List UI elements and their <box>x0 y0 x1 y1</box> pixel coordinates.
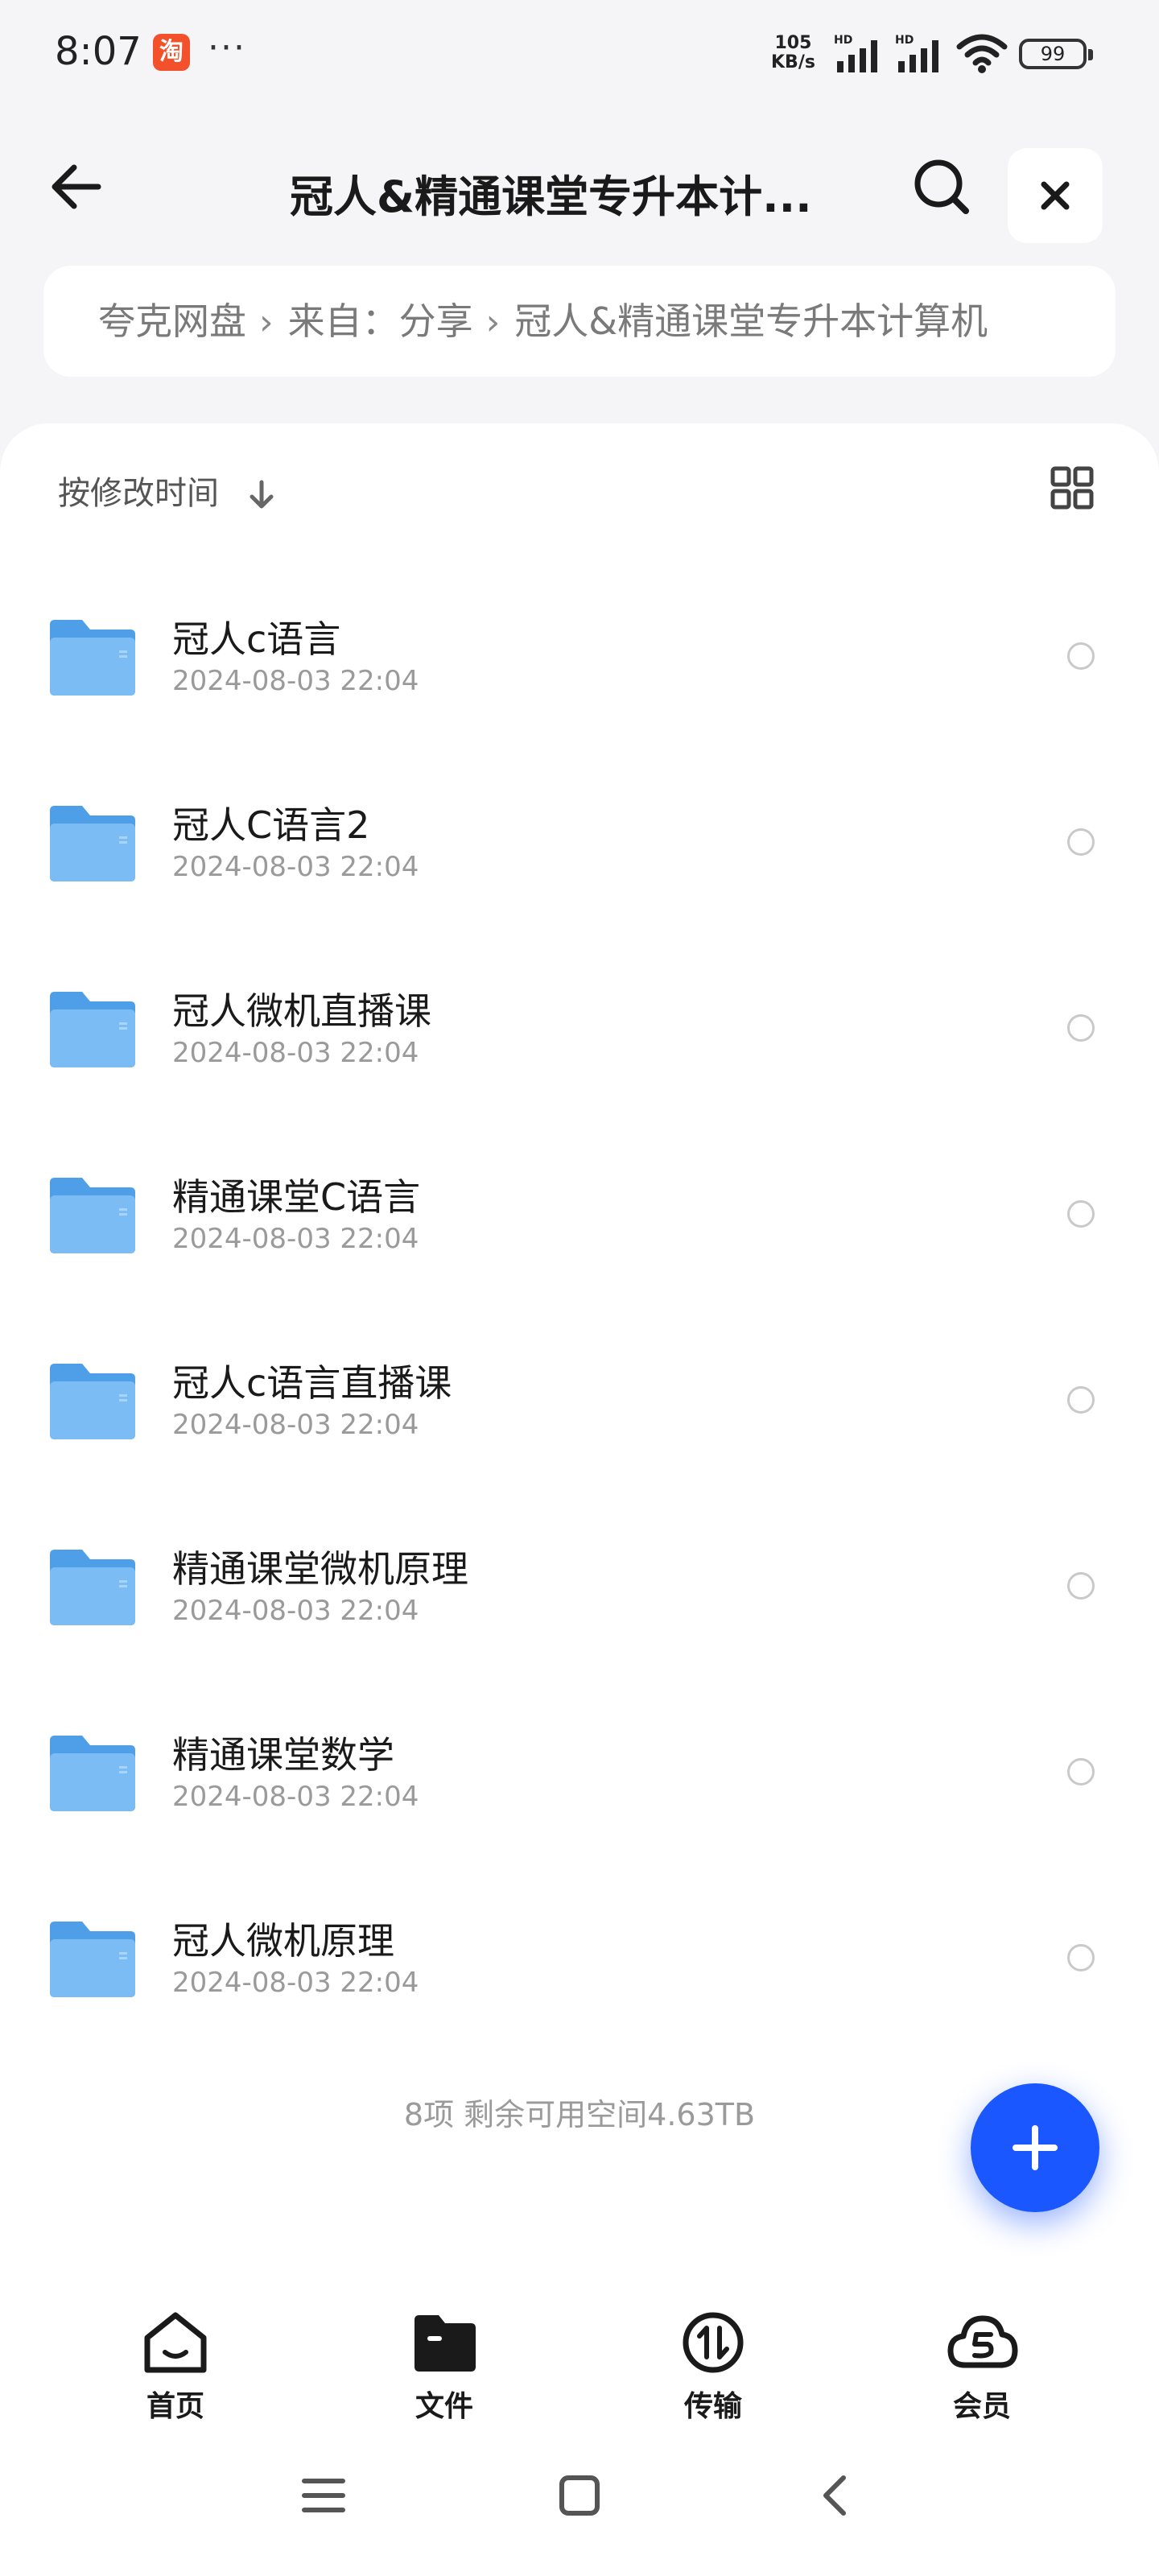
file-date: 2024-08-03 22:04 <box>172 1967 419 1999</box>
file-name: 精通课堂微机原理 <box>172 1547 468 1591</box>
file-date: 2024-08-03 22:04 <box>172 1037 419 1069</box>
network-speed-unit: KB/s <box>771 52 815 72</box>
file-row[interactable]: 冠人微机直播课 2024-08-03 22:04 <box>0 940 1159 1126</box>
select-checkbox[interactable] <box>1067 1386 1095 1414</box>
wifi-icon <box>956 34 1008 73</box>
back-arrow-icon[interactable] <box>45 155 109 219</box>
sort-down-icon <box>250 480 274 509</box>
top-bar: 冠人&精通课堂专升本计... <box>0 129 1159 243</box>
cell-signal-icon: HD <box>834 34 877 72</box>
file-date: 2024-08-03 22:04 <box>172 1595 419 1627</box>
file-row[interactable]: 精通课堂数学 2024-08-03 22:04 <box>0 1684 1159 1870</box>
member-cloud-icon <box>947 2315 1018 2368</box>
breadcrumb-item-current[interactable]: 冠人&精通课堂专升本计算机 <box>514 299 988 343</box>
file-date: 2024-08-03 22:04 <box>172 665 419 697</box>
folder-icon <box>50 1364 135 1439</box>
bottom-navigation: 首页 文件 传输 会员 <box>0 2275 1159 2428</box>
folder-icon <box>50 1178 135 1253</box>
select-checkbox[interactable] <box>1067 1944 1095 1971</box>
grid-view-icon[interactable] <box>1050 465 1095 510</box>
menu-icon[interactable] <box>301 2473 346 2518</box>
close-button[interactable] <box>1008 148 1103 243</box>
back-chevron-icon[interactable] <box>813 2473 858 2518</box>
select-checkbox[interactable] <box>1067 828 1095 856</box>
file-row[interactable]: 冠人微机原理 2024-08-03 22:04 <box>0 1870 1159 2056</box>
transfer-icon <box>683 2312 744 2373</box>
file-name: 冠人C语言2 <box>172 803 370 847</box>
taobao-app-icon: 淘 <box>153 34 190 71</box>
file-name: 冠人微机原理 <box>172 1919 394 1963</box>
sort-selector[interactable]: 按修改时间 <box>58 467 276 514</box>
file-name: 精通课堂数学 <box>172 1733 394 1777</box>
network-speed-value: 105 <box>774 33 812 53</box>
search-icon[interactable] <box>909 155 974 219</box>
nav-transfer[interactable]: 传输 <box>633 2309 794 2425</box>
home-icon <box>144 2312 207 2373</box>
folder-icon <box>50 992 135 1067</box>
breadcrumb-item-root[interactable]: 夸克网盘 <box>98 299 246 343</box>
nav-files-label: 文件 <box>415 2390 473 2423</box>
file-name: 冠人微机直播课 <box>172 989 431 1033</box>
nav-home-label: 首页 <box>146 2390 204 2423</box>
svg-text:HD: HD <box>834 34 852 47</box>
nav-member[interactable]: 会员 <box>901 2309 1062 2425</box>
folder-icon <box>50 1736 135 1811</box>
select-checkbox[interactable] <box>1067 642 1095 670</box>
more-notifications-icon: ··· <box>208 27 246 68</box>
folder-icon <box>50 806 135 881</box>
folder-icon <box>50 1550 135 1625</box>
sort-label: 按修改时间 <box>58 475 219 512</box>
file-list-panel: 按修改时间 冠人c语言 2024-08-03 22:04 冠人C语言2 2024-08… <box>0 423 1159 2275</box>
system-navigation-bar <box>0 2428 1159 2576</box>
file-date: 2024-08-03 22:04 <box>172 1409 419 1441</box>
file-date: 2024-08-03 22:04 <box>172 851 419 883</box>
battery-indicator: 99 <box>1019 39 1093 69</box>
select-checkbox[interactable] <box>1067 1758 1095 1785</box>
file-name: 冠人c语言 <box>172 617 341 661</box>
close-icon <box>1041 181 1070 210</box>
status-bar: 8:07 淘 ··· 105 KB/s HD HD 99 <box>0 0 1159 105</box>
page-title: 冠人&精通课堂专升本计... <box>290 171 812 222</box>
network-speed: 105 KB/s <box>771 34 815 72</box>
cell-signal-2-icon: HD <box>895 34 938 72</box>
folder-icon <box>50 620 135 696</box>
file-row[interactable]: 冠人c语言直播课 2024-08-03 22:04 <box>0 1312 1159 1498</box>
add-button[interactable] <box>971 2083 1099 2212</box>
svg-text:HD: HD <box>895 34 914 47</box>
nav-home[interactable]: 首页 <box>95 2309 256 2425</box>
file-row[interactable]: 冠人c语言 2024-08-03 22:04 <box>0 568 1159 754</box>
file-row[interactable]: 精通课堂微机原理 2024-08-03 22:04 <box>0 1498 1159 1684</box>
nav-member-label: 会员 <box>952 2390 1011 2423</box>
status-time: 8:07 <box>55 29 142 74</box>
chevron-right-icon: › <box>259 302 274 343</box>
nav-files[interactable]: 文件 <box>364 2309 525 2425</box>
chevron-right-icon: › <box>485 302 501 343</box>
file-name: 冠人c语言直播课 <box>172 1361 452 1405</box>
select-checkbox[interactable] <box>1067 1014 1095 1042</box>
folder-icon <box>50 1922 135 1997</box>
select-checkbox[interactable] <box>1067 1572 1095 1600</box>
breadcrumb: 夸克网盘 › 来自：分享 › 冠人&精通课堂专升本计算机 <box>43 266 1116 377</box>
file-row[interactable]: 精通课堂C语言 2024-08-03 22:04 <box>0 1126 1159 1312</box>
nav-transfer-label: 传输 <box>683 2390 742 2423</box>
select-checkbox[interactable] <box>1067 1200 1095 1228</box>
file-date: 2024-08-03 22:04 <box>172 1223 419 1255</box>
file-name: 精通课堂C语言 <box>172 1175 421 1219</box>
folder-nav-icon <box>415 2315 476 2372</box>
file-row[interactable]: 冠人C语言2 2024-08-03 22:04 <box>0 754 1159 940</box>
breadcrumb-item-shared[interactable]: 来自：分享 <box>288 299 473 343</box>
square-icon[interactable] <box>557 2473 602 2518</box>
file-date: 2024-08-03 22:04 <box>172 1781 419 1813</box>
